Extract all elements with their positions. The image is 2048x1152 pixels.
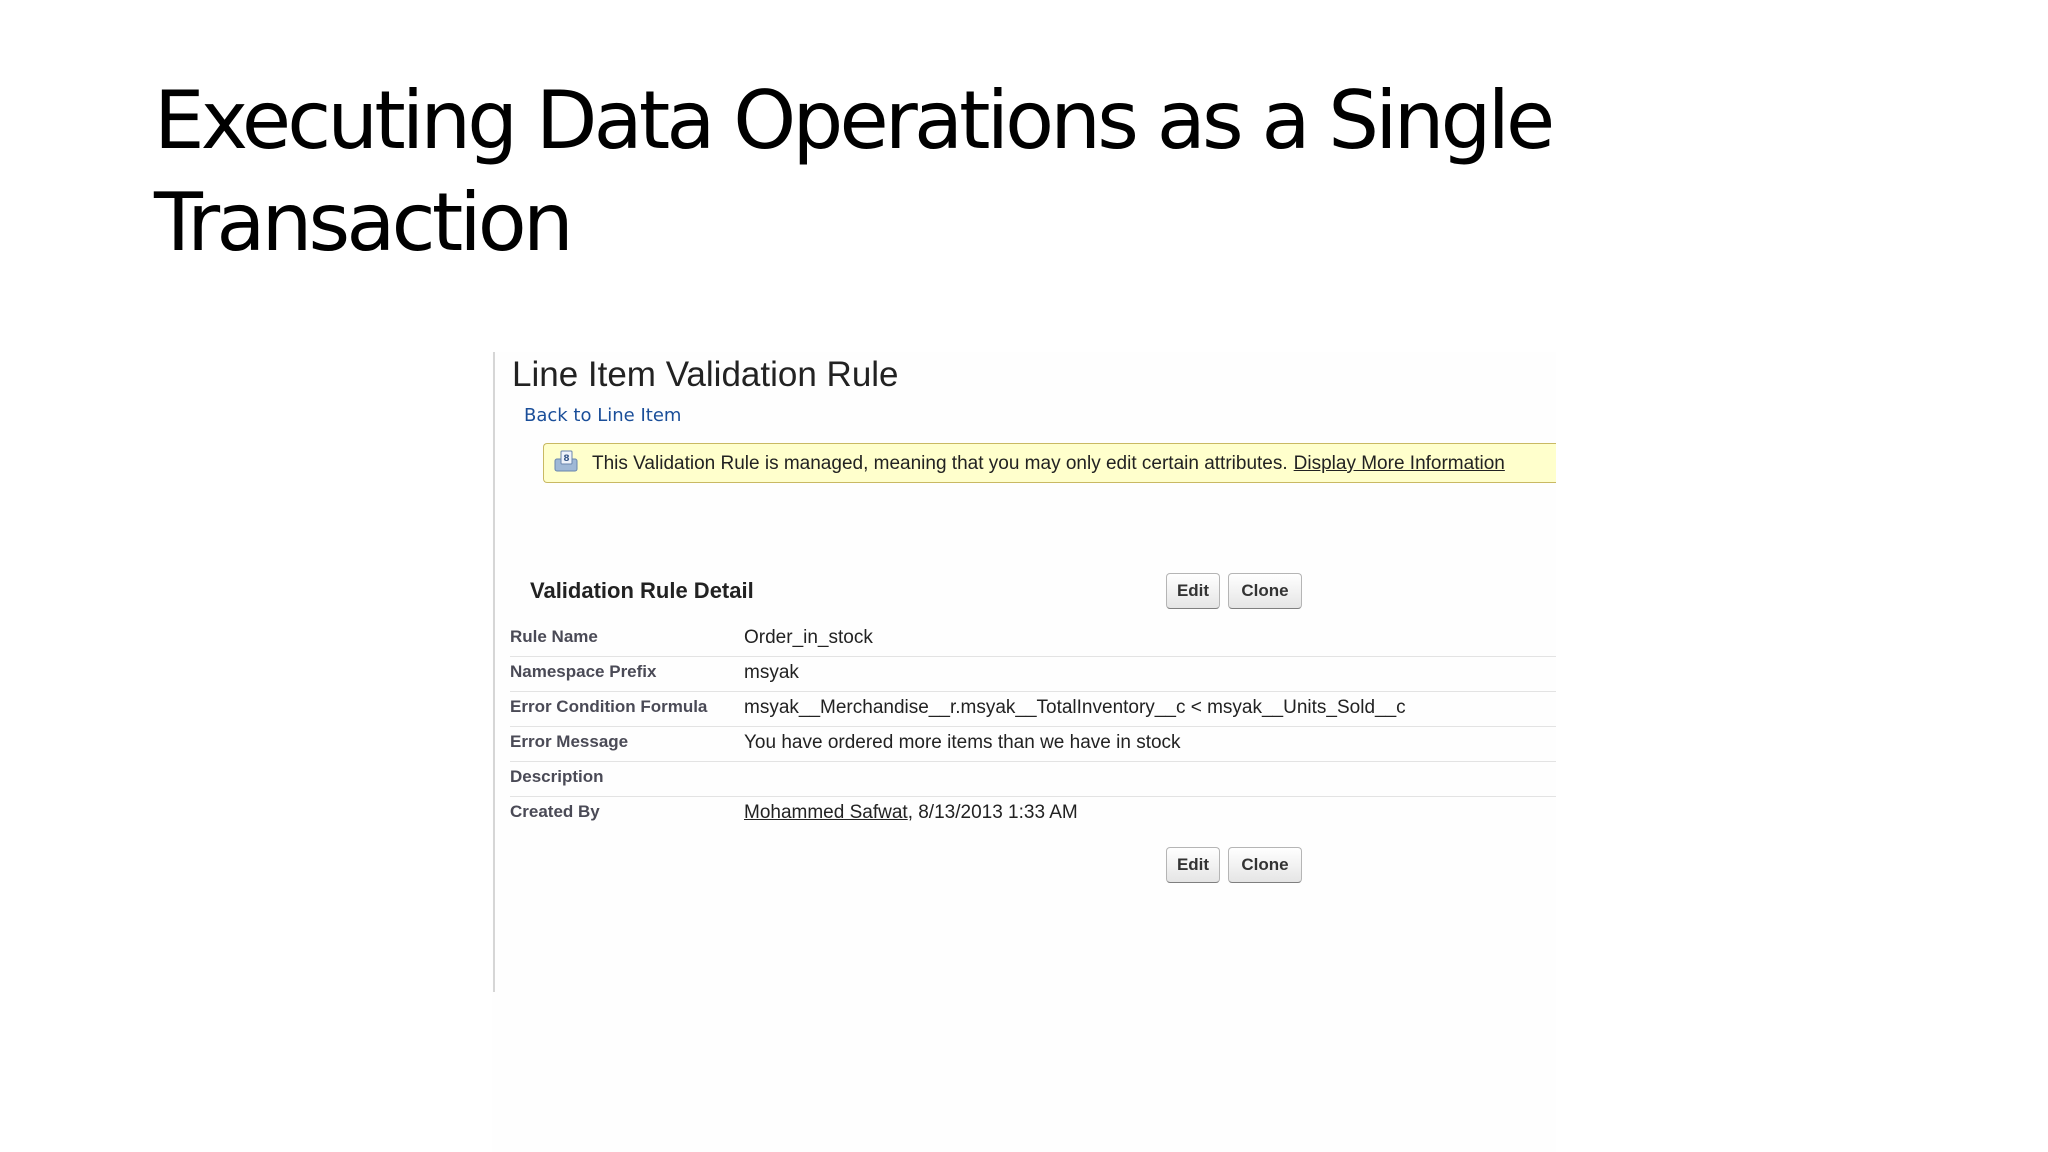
rule-name-value: Order_in_stock: [744, 627, 873, 648]
slide-title: Executing Data Operations as a Single Tr…: [154, 70, 1754, 274]
slide-title-line-2: Transaction: [154, 176, 574, 269]
error-condition-formula-label: Error Condition Formula: [510, 697, 708, 716]
created-by-value: Mohammed Safwat, 8/13/2013 1:33 AM: [744, 802, 1078, 824]
namespace-prefix-label: Namespace Prefix: [510, 662, 657, 681]
validation-rule-screenshot: Line Item Validation Rule Back to Line I…: [492, 352, 1556, 1152]
created-by-label: Created By: [510, 802, 600, 821]
detail-row-rule-name: Rule Name Order_in_stock: [510, 622, 1556, 657]
namespace-prefix-value: msyak: [744, 662, 799, 683]
clone-button-bottom[interactable]: Clone: [1228, 847, 1302, 883]
created-by-user-link[interactable]: Mohammed Safwat: [744, 802, 908, 823]
page-heading: Line Item Validation Rule: [512, 355, 899, 394]
error-message-value: You have ordered more items than we have…: [744, 732, 1181, 753]
detail-row-created-by: Created By Mohammed Safwat, 8/13/2013 1:…: [510, 797, 1556, 832]
error-condition-formula-value: msyak__Merchandise__r.msyak__TotalInvent…: [744, 697, 1406, 718]
created-by-date: , 8/13/2013 1:33 AM: [907, 802, 1078, 823]
display-more-information-link[interactable]: Display More Information: [1294, 453, 1505, 474]
detail-row-error-condition-formula: Error Condition Formula msyak__Merchandi…: [510, 692, 1556, 727]
clone-button-top[interactable]: Clone: [1228, 573, 1302, 609]
slide-title-line-1: Executing Data Operations as a Single: [154, 74, 1555, 167]
detail-row-error-message: Error Message You have ordered more item…: [510, 727, 1556, 762]
edit-button-top[interactable]: Edit: [1166, 573, 1220, 609]
detail-table: Rule Name Order_in_stock Namespace Prefi…: [510, 622, 1556, 832]
banner-text-wrap: This Validation Rule is managed, meaning…: [592, 453, 1505, 475]
edit-button-bottom[interactable]: Edit: [1166, 847, 1220, 883]
banner-message: This Validation Rule is managed, meaning…: [592, 453, 1288, 474]
left-divider: [493, 352, 495, 992]
detail-row-namespace-prefix: Namespace Prefix msyak: [510, 657, 1556, 692]
back-to-line-item-link[interactable]: Back to Line Item: [524, 405, 681, 426]
rule-name-label: Rule Name: [510, 627, 598, 646]
managed-package-info-icon: 8: [554, 450, 578, 472]
section-title: Validation Rule Detail: [530, 578, 754, 603]
description-label: Description: [510, 767, 604, 786]
svg-text:8: 8: [563, 454, 569, 464]
managed-info-banner: 8 This Validation Rule is managed, meani…: [543, 443, 1556, 483]
error-message-label: Error Message: [510, 732, 629, 751]
detail-row-description: Description: [510, 762, 1556, 797]
